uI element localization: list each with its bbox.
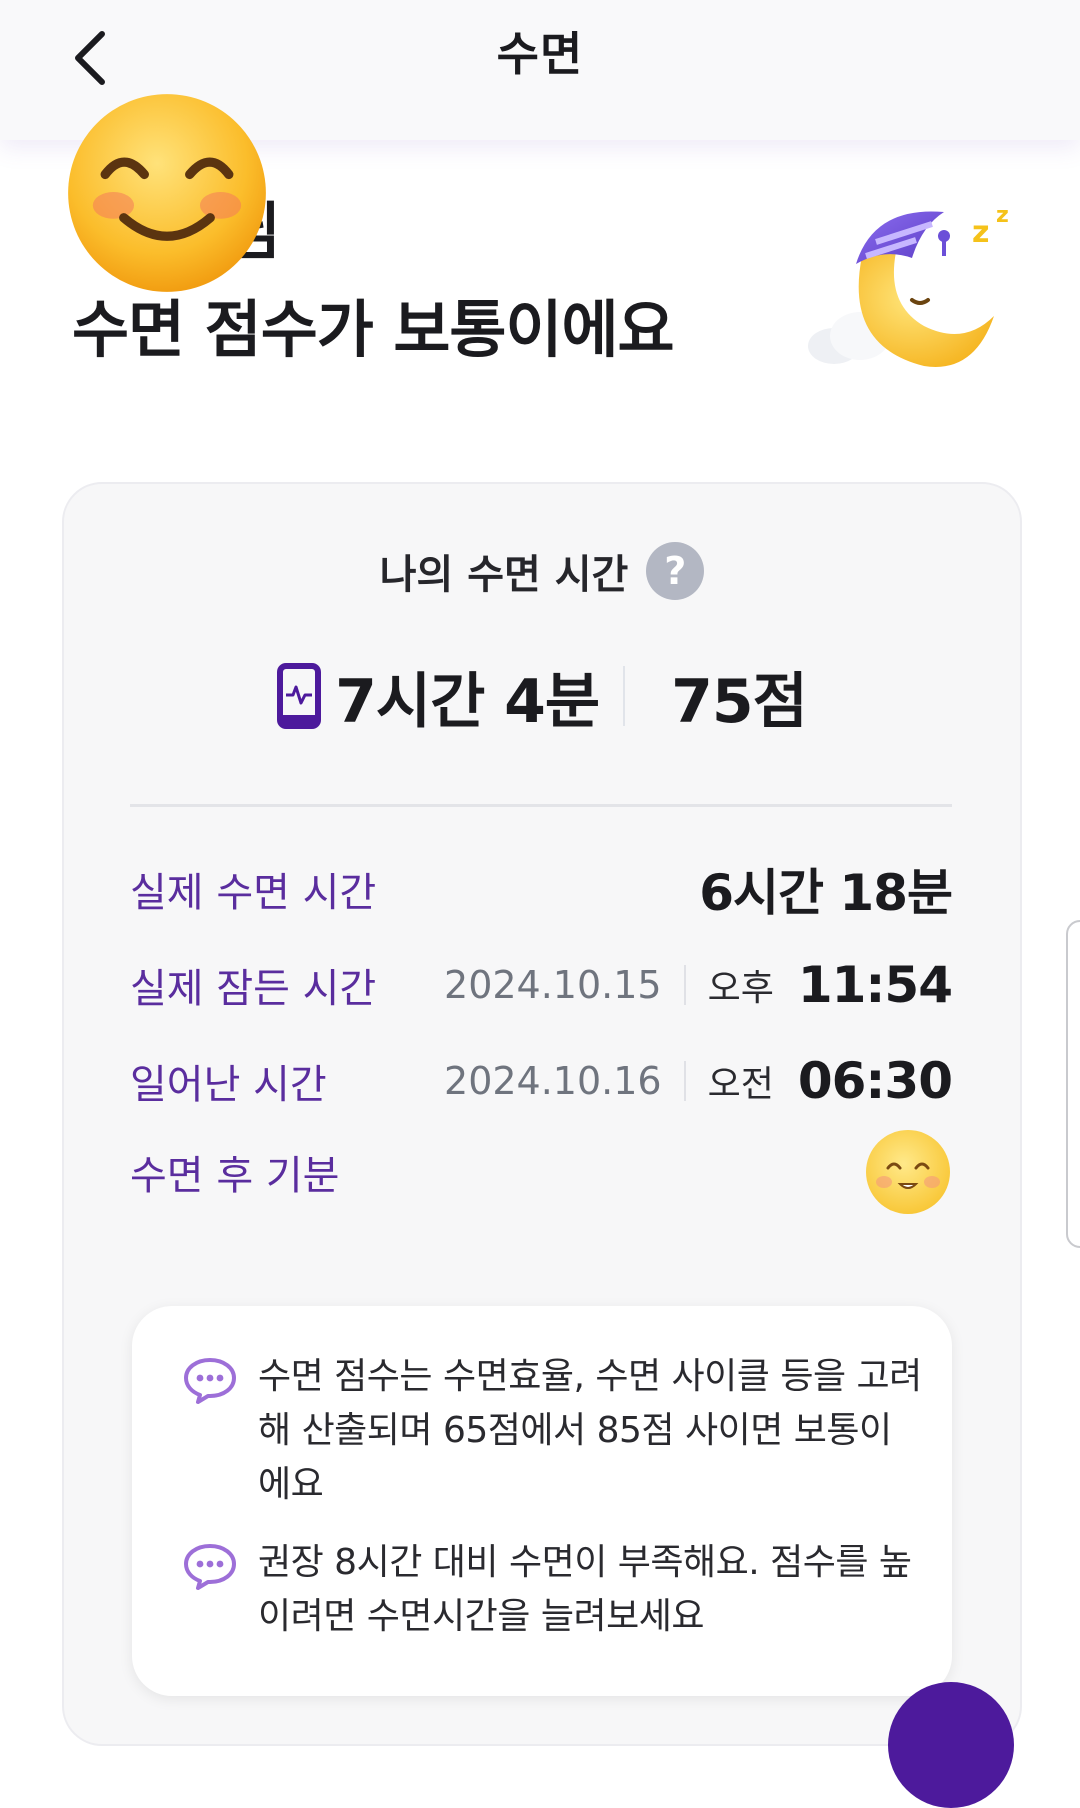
mood-row: 수면 후 기분 xyxy=(130,1122,952,1222)
sleeping-moon-icon: z z xyxy=(808,203,1009,367)
woke-up-row: 일어난 시간 2024.10.16 오전 06:30 xyxy=(130,1046,953,1116)
summary-divider xyxy=(623,666,626,726)
sleep-summary: 7시간 4분 75점 xyxy=(64,656,1020,737)
card-heading-text: 나의 수면 시간 xyxy=(379,552,629,598)
sleep-status-heading: 수면 점수가 보통이에요 xyxy=(72,293,675,366)
woke-up-label: 일어난 시간 xyxy=(130,1062,327,1108)
phone-heartbeat-icon xyxy=(277,663,322,729)
actual-sleep-value: 6시간 18분 xyxy=(699,864,953,922)
fell-asleep-label: 실제 잠든 시간 xyxy=(130,966,377,1012)
info-text-score-range: 수면 점수는 수면효율, 수면 사이클 등을 고려해 산출되며 65점에서 85… xyxy=(258,1356,922,1505)
card-heading: 나의 수면 시간 ? xyxy=(64,542,1020,600)
svg-text:z: z xyxy=(996,203,1009,228)
info-item: 권장 8시간 대비 수면이 부족해요. 점수를 높이려면 수면시간을 늘려보세요 xyxy=(182,1536,922,1644)
svg-text:z: z xyxy=(972,215,989,250)
woke-up-date: 2024.10.16 xyxy=(444,1059,662,1103)
fell-asleep-row: 실제 잠든 시간 2024.10.15 오후 11:54 xyxy=(130,950,953,1020)
fell-asleep-date: 2024.10.15 xyxy=(444,963,662,1007)
chat-bubble-icon xyxy=(184,1544,236,1590)
woke-up-ampm: 오전 xyxy=(707,1064,774,1105)
sleep-duration: 7시간 4분 xyxy=(277,653,600,740)
smiling-face-emoji xyxy=(68,94,266,292)
page-title: 수면 xyxy=(496,27,584,81)
mood-label: 수면 후 기분 xyxy=(130,1153,340,1199)
floating-action-button[interactable] xyxy=(888,1682,1014,1808)
row-divider xyxy=(683,965,686,1005)
help-icon[interactable]: ? xyxy=(646,542,705,600)
divider xyxy=(130,804,952,807)
woke-up-time: 06:30 xyxy=(797,1052,953,1110)
fell-asleep-ampm: 오후 xyxy=(707,968,774,1009)
smiling-mood-icon[interactable] xyxy=(864,1128,952,1216)
sleep-score: 75점 xyxy=(671,666,808,737)
actual-sleep-label: 실제 수면 시간 xyxy=(130,870,377,916)
fell-asleep-time: 11:54 xyxy=(797,956,953,1014)
score-info-box: 수면 점수는 수면효율, 수면 사이클 등을 고려해 산출되며 65점에서 85… xyxy=(132,1306,952,1696)
info-text-recommendation: 권장 8시간 대비 수면이 부족해요. 점수를 높이려면 수면시간을 늘려보세요 xyxy=(258,1542,912,1637)
row-divider xyxy=(683,1061,686,1101)
chat-bubble-icon xyxy=(184,1358,236,1404)
info-item: 수면 점수는 수면효율, 수면 사이클 등을 고려해 산출되며 65점에서 85… xyxy=(182,1350,922,1512)
sleep-duration-value: 7시간 4분 xyxy=(335,666,600,737)
actual-sleep-row: 실제 수면 시간 6시간 18분 xyxy=(130,854,953,924)
sleep-time-card: 나의 수면 시간 ? 7시간 4분 75점 실제 수면 시간 6시간 18분 실… xyxy=(62,482,1022,1746)
side-scroll-handle[interactable] xyxy=(1066,920,1080,1248)
